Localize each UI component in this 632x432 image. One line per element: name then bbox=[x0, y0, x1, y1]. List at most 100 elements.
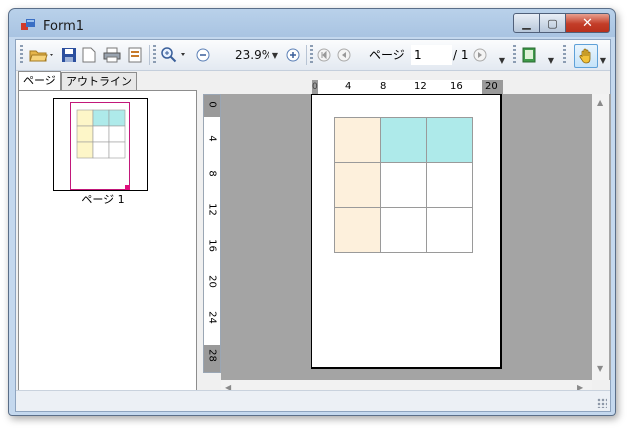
page-thumbnail[interactable] bbox=[53, 98, 148, 191]
ruler-tick: 4 bbox=[206, 135, 218, 142]
grid-row bbox=[334, 162, 473, 208]
close-icon: ✕ bbox=[582, 15, 593, 31]
separator bbox=[149, 45, 150, 65]
ruler-tick: 12 bbox=[414, 81, 427, 92]
grid-cell bbox=[334, 162, 381, 208]
overflow-chevron-icon: ▼ bbox=[498, 55, 506, 65]
grid-cell bbox=[380, 117, 427, 163]
ruler-tick: 16 bbox=[206, 239, 218, 252]
toolbar-grip[interactable] bbox=[20, 45, 23, 65]
first-page-icon bbox=[317, 48, 331, 62]
overflow-chevron-icon: ▼ bbox=[547, 55, 555, 65]
zoom-in-icon bbox=[286, 48, 300, 62]
save-icon bbox=[62, 48, 76, 62]
page-setup-button[interactable] bbox=[126, 45, 144, 65]
grid-cell bbox=[334, 117, 381, 163]
preview-page bbox=[311, 94, 502, 369]
resize-grip-icon[interactable] bbox=[597, 398, 607, 408]
vertical-scrollbar[interactable]: ▲ ▼ bbox=[592, 94, 609, 380]
ruler-tick: 20 bbox=[485, 81, 498, 92]
ruler-tick: 4 bbox=[345, 81, 352, 92]
close-button[interactable]: ✕ bbox=[565, 13, 610, 33]
thumbnail-grid bbox=[76, 109, 126, 159]
save-button[interactable] bbox=[60, 45, 78, 65]
grid-cell bbox=[426, 162, 473, 208]
thumbnail-page bbox=[70, 102, 130, 190]
page-label: ページ bbox=[369, 48, 405, 62]
window-title: Form1 bbox=[43, 19, 85, 34]
book-icon bbox=[522, 47, 536, 63]
page-total: / 1 bbox=[453, 48, 469, 62]
toolbar-grip[interactable] bbox=[513, 45, 516, 65]
new-page-button[interactable] bbox=[80, 45, 98, 65]
preview-canvas[interactable] bbox=[221, 94, 611, 380]
zoom-in-dropdown[interactable] bbox=[160, 45, 190, 65]
title-bar[interactable]: Form1 ▁ ▢ ✕ bbox=[9, 9, 615, 39]
ruler-tick: 12 bbox=[206, 203, 218, 216]
ruler-tick: 24 bbox=[206, 311, 218, 324]
overflow-button[interactable]: ▼ bbox=[598, 50, 608, 70]
overflow-chevron-icon: ▼ bbox=[599, 55, 607, 65]
magnifier-icon bbox=[161, 47, 185, 63]
grid-cell bbox=[426, 207, 473, 253]
grid-cell bbox=[334, 207, 381, 253]
next-page-button[interactable] bbox=[472, 45, 488, 65]
grid-row bbox=[334, 207, 473, 253]
grid-cell bbox=[426, 117, 473, 163]
page-setup-icon bbox=[128, 47, 142, 63]
previous-page-icon bbox=[337, 48, 351, 62]
open-folder-icon bbox=[29, 50, 53, 62]
maximize-icon: ▢ bbox=[547, 16, 558, 30]
app-icon bbox=[21, 19, 35, 31]
ruler-tick: 28 bbox=[206, 349, 218, 362]
toolbar-grip[interactable] bbox=[310, 45, 313, 65]
ruler-tick: 16 bbox=[450, 81, 463, 92]
ruler-tick: 0 bbox=[312, 82, 318, 92]
zoom-out-icon bbox=[196, 48, 210, 62]
hand-icon bbox=[579, 48, 591, 64]
previous-page-button[interactable] bbox=[336, 45, 352, 65]
tab-outline[interactable]: アウトライン bbox=[61, 72, 137, 90]
printer-icon bbox=[103, 47, 121, 63]
client-area: 23.9% ▼ ページ 1 / 1 ▼ bbox=[15, 39, 611, 412]
zoom-out-button[interactable] bbox=[195, 45, 211, 65]
open-button[interactable] bbox=[28, 45, 56, 65]
print-button[interactable] bbox=[102, 45, 122, 65]
tab-pages[interactable]: ページ bbox=[18, 71, 61, 90]
status-bar bbox=[16, 390, 610, 411]
page-icon bbox=[82, 47, 96, 63]
toolbar-grip[interactable] bbox=[153, 45, 156, 65]
zoom-level-input[interactable]: 23.9% bbox=[235, 46, 269, 64]
zoom-in-button[interactable] bbox=[285, 45, 301, 65]
minimize-icon: ▁ bbox=[522, 16, 531, 30]
book-view-button[interactable] bbox=[520, 45, 538, 65]
zoom-dropdown-button[interactable]: ▼ bbox=[270, 45, 280, 65]
ruler-tick: 0 bbox=[206, 101, 218, 108]
grid-cell bbox=[380, 207, 427, 253]
next-page-icon bbox=[473, 48, 487, 62]
first-page-button[interactable] bbox=[316, 45, 332, 65]
separator bbox=[306, 45, 307, 65]
overflow-button[interactable]: ▼ bbox=[546, 50, 556, 70]
page-number-input[interactable]: 1 bbox=[411, 45, 452, 65]
scroll-up-icon[interactable]: ▲ bbox=[597, 98, 603, 107]
vertical-ruler: 0 4 8 12 16 20 24 28 bbox=[203, 94, 221, 373]
ruler-tick: 8 bbox=[380, 81, 387, 92]
thumbnail-panel: ページ 1 bbox=[18, 90, 197, 393]
window: Form1 ▁ ▢ ✕ 23.9 ▼ ページ 1 / 1 ▼ ▼ ▼ ページ ア… bbox=[8, 8, 616, 416]
horizontal-ruler: 0 4 8 12 16 20 bbox=[312, 80, 503, 94]
toolbar-grip[interactable] bbox=[563, 45, 566, 65]
grid-row bbox=[334, 117, 473, 163]
toolbar: 23.9% ▼ ページ 1 / 1 ▼ bbox=[16, 40, 610, 71]
ruler-tick: 20 bbox=[206, 275, 218, 288]
hand-tool-button[interactable] bbox=[574, 44, 598, 68]
minimize-button[interactable]: ▁ bbox=[513, 13, 540, 33]
scroll-down-icon[interactable]: ▼ bbox=[597, 364, 603, 373]
thumbnail-label: ページ 1 bbox=[81, 193, 125, 206]
chevron-down-icon: ▼ bbox=[271, 50, 279, 60]
maximize-button[interactable]: ▢ bbox=[539, 13, 566, 33]
page-grid bbox=[334, 117, 473, 253]
grid-cell bbox=[380, 162, 427, 208]
overflow-button[interactable]: ▼ bbox=[497, 50, 507, 70]
ruler-tick: 8 bbox=[206, 170, 218, 177]
